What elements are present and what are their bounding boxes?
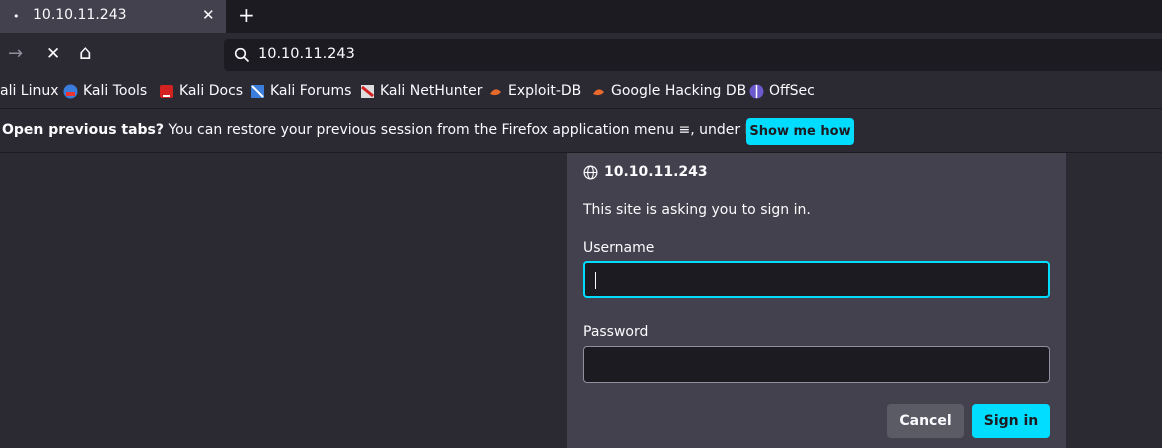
bookmark-kali-linux[interactable]: ali Linux	[0, 83, 59, 99]
bookmark-label: ali Linux	[0, 83, 59, 99]
show-me-how-button[interactable]: Show me how	[746, 118, 854, 145]
cancel-button[interactable]: Cancel	[887, 404, 964, 438]
auth-dialog: 10.10.11.243 This site is asking you to …	[567, 153, 1066, 448]
menu-icon: ≡	[678, 122, 691, 138]
tab-strip: • 10.10.11.243 ✕ +	[0, 0, 1162, 33]
forward-arrow-icon[interactable]: →	[8, 45, 23, 63]
search-icon	[234, 47, 250, 63]
bookmark-exploit-db[interactable]: Exploit-DB	[488, 83, 581, 99]
dialog-message: This site is asking you to sign in.	[583, 202, 811, 218]
close-tab-icon[interactable]: ✕	[202, 6, 215, 24]
kali-nethunter-icon	[361, 84, 374, 98]
bookmark-kali-forums[interactable]: Kali Forums	[250, 83, 351, 99]
password-label: Password	[583, 324, 649, 340]
kali-forums-icon	[251, 84, 264, 98]
kali-tools-icon	[63, 84, 78, 98]
globe-icon	[583, 165, 598, 179]
home-icon[interactable]: ⌂	[79, 42, 92, 62]
text-caret	[595, 272, 596, 289]
username-label: Username	[583, 240, 655, 256]
offsec-icon	[749, 84, 764, 98]
bookmark-kali-tools[interactable]: Kali Tools	[63, 83, 147, 99]
bookmark-label: Exploit-DB	[508, 83, 582, 99]
tab-title: 10.10.11.243	[33, 7, 127, 23]
new-tab-icon[interactable]: +	[238, 3, 255, 27]
notice-message: Open previous tabs? You can restore your…	[2, 122, 797, 138]
bookmark-kali-nethunter[interactable]: Kali NetHunter	[360, 83, 482, 99]
sign-in-button[interactable]: Sign in	[972, 404, 1050, 438]
dialog-host-text: 10.10.11.243	[604, 164, 708, 180]
bookmark-kali-docs[interactable]: Kali Docs	[159, 83, 243, 99]
bookmark-label: OffSec	[769, 83, 815, 99]
bookmark-label: Google Hacking DB	[611, 83, 747, 99]
dialog-host: 10.10.11.243	[583, 164, 708, 180]
bookmark-label: Kali Docs	[179, 83, 244, 99]
tab-loading-dot: •	[13, 10, 20, 23]
notice-title: Open previous tabs?	[2, 122, 165, 138]
bookmark-label: Kali NetHunter	[380, 83, 483, 99]
url-bar[interactable]: 10.10.11.243	[224, 39, 1162, 71]
exploit-db-icon	[490, 88, 501, 95]
bookmark-offsec[interactable]: OffSec	[749, 83, 815, 99]
notice-body: You can restore your previous session fr…	[164, 122, 679, 138]
nav-bar: → ✕ ⌂ 10.10.11.243	[0, 33, 1162, 78]
tab-active[interactable]: • 10.10.11.243 ✕	[0, 0, 226, 33]
google-hacking-db-icon	[593, 88, 604, 95]
password-field[interactable]	[583, 346, 1050, 383]
username-field[interactable]	[583, 261, 1050, 298]
restore-session-notice: Open previous tabs? You can restore your…	[0, 108, 1162, 153]
bookmark-google-hacking-db[interactable]: Google Hacking DB	[591, 83, 746, 99]
url-text: 10.10.11.243	[258, 46, 355, 62]
stop-icon[interactable]: ✕	[46, 45, 60, 63]
kali-docs-icon	[160, 84, 173, 98]
bookmark-label: Kali Forums	[270, 83, 352, 99]
bookmark-label: Kali Tools	[83, 83, 148, 99]
bookmarks-toolbar: ali Linux Kali Tools Kali Docs Kali Foru…	[0, 78, 1162, 108]
